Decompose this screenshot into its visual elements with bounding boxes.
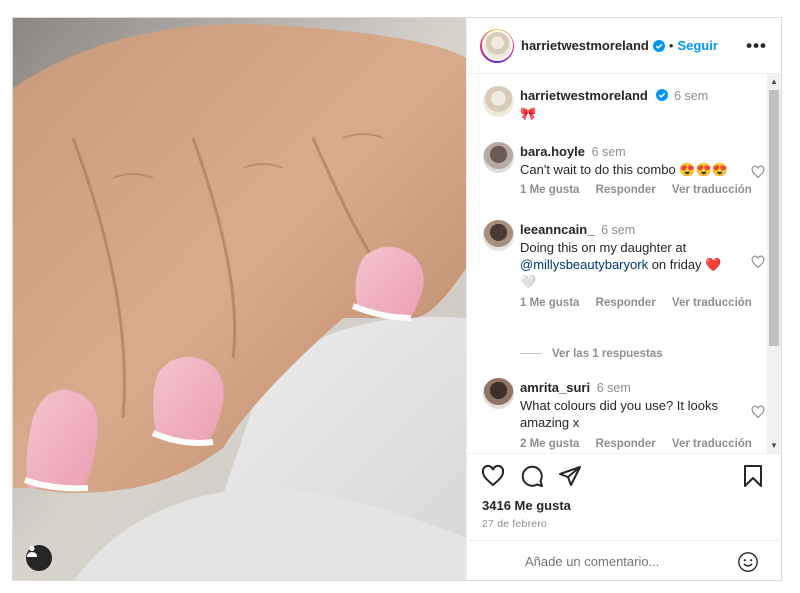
comment-like-icon[interactable] [751,255,765,269]
commenter-avatar[interactable] [483,220,514,251]
comment-meta: 1 Me gusta Responder Ver traducción [520,297,765,309]
post-header: harrietwestmoreland • Seguir ••• [467,18,781,74]
caption-username[interactable]: harrietwestmoreland [520,88,648,103]
comment-body: amrita_suri 6 sem What colours did you u… [520,379,737,431]
comments-scrollbar[interactable]: ▲ ▼ [767,74,781,453]
follow-button[interactable]: Seguir [677,38,717,53]
comment-likes[interactable]: 2 Me gusta [520,438,579,450]
post-date[interactable]: 27 de febrero [482,518,547,530]
caption-text: 🎀 [520,106,537,121]
comments-list[interactable]: harrietwestmoreland 6 sem 🎀 bara.hoyle 6… [467,74,767,453]
caption-body: harrietwestmoreland 6 sem 🎀 [520,87,737,122]
post-actions: 3416 Me gusta 27 de febrero [467,453,781,582]
view-replies-button[interactable]: Ver las 1 respuestas [520,348,663,360]
translate-button[interactable]: Ver traducción [672,438,752,450]
share-icon[interactable] [558,464,582,488]
reply-button[interactable]: Responder [596,438,656,450]
comment-username[interactable]: leeanncain_ [520,222,594,237]
comment-time[interactable]: 6 sem [597,381,631,395]
comment-input[interactable] [525,554,715,569]
comment-meta: 1 Me gusta Responder Ver traducción [520,184,765,196]
author-avatar-ring[interactable] [480,28,514,63]
comment-body: bara.hoyle 6 sem Can't wait to do this c… [520,143,737,178]
comment-text: Doing this on my daughter at [520,240,687,255]
mention-link[interactable]: @millysbeautybaryork [520,257,648,272]
caption-time[interactable]: 6 sem [674,89,708,103]
comment-like-icon[interactable] [751,405,765,419]
comment-bar [467,540,781,583]
comment-username[interactable]: bara.hoyle [520,144,585,159]
save-icon[interactable] [741,464,765,488]
translate-button[interactable]: Ver traducción [672,184,752,196]
comment-icon[interactable] [520,464,544,488]
hand-nails-image [13,18,466,580]
reply-button[interactable]: Responder [596,184,656,196]
translate-button[interactable]: Ver traducción [672,297,752,309]
scroll-up-icon[interactable]: ▲ [770,77,778,86]
comment-text: What colours did you use? It looks amazi… [520,398,718,430]
author-avatar [483,86,514,117]
commenter-avatar[interactable] [483,378,514,409]
post-photo[interactable] [13,18,466,580]
comment-text: Can't wait to do this combo 😍😍😍 [520,162,728,177]
comment-likes[interactable]: 1 Me gusta [520,297,579,309]
user-tag-icon [27,545,37,557]
reply-button[interactable]: Responder [596,297,656,309]
header-separator: • [668,38,674,53]
emoji-icon[interactable] [737,551,759,573]
post-side-panel: harrietwestmoreland • Seguir ••• harriet… [466,18,781,580]
verified-icon [655,89,668,101]
more-options-button[interactable]: ••• [746,36,767,56]
comment-likes[interactable]: 1 Me gusta [520,184,579,196]
comment-meta: 2 Me gusta Responder Ver traducción [520,438,765,450]
scrollbar-thumb[interactable] [769,90,779,346]
user-tag-button[interactable] [26,545,52,571]
comment-like-icon[interactable] [751,165,765,179]
comment-time[interactable]: 6 sem [592,145,626,159]
author-username[interactable]: harrietwestmoreland [521,38,649,53]
commenter-avatar[interactable] [483,142,514,173]
verified-icon [652,39,665,52]
comment-time[interactable]: 6 sem [601,223,635,237]
scroll-down-icon[interactable]: ▼ [770,441,778,450]
comment-username[interactable]: amrita_suri [520,380,590,395]
author-avatar [481,30,513,61]
likes-count[interactable]: 3416 Me gusta [482,498,571,513]
post-modal: harrietwestmoreland • Seguir ••• harriet… [12,17,782,581]
heart-icon[interactable] [481,464,505,488]
comment-body: leeanncain_ 6 sem Doing this on my daugh… [520,221,737,290]
